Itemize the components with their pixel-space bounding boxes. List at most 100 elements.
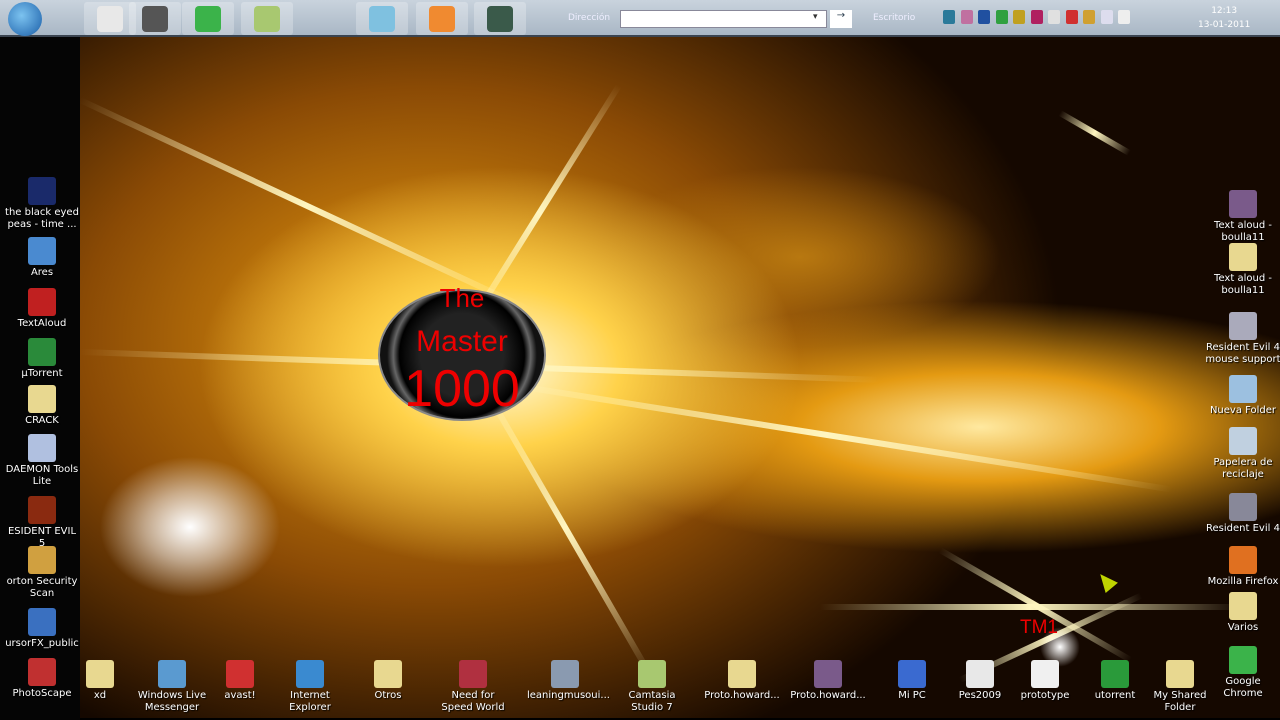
desktop-icon[interactable]: avast! [202,660,278,702]
shortcut-icon [898,660,926,688]
shortcut-icon [1229,592,1257,620]
logo-text: The [439,283,485,313]
shortcut-icon [1229,493,1257,521]
desktop-icon[interactable]: CRACK [4,385,80,427]
chevron-down-icon[interactable]: ▾ [813,12,818,22]
tray-icon[interactable] [1048,10,1060,24]
desktop-icon[interactable]: DAEMON Tools Lite [4,434,80,488]
desktop-icon-label: Windows Live Messenger [137,690,207,713]
desktop-icon-label: utorrent [1094,690,1136,701]
shortcut-icon [374,660,402,688]
tray-icon[interactable] [1100,10,1113,24]
desktop-icon-label: Ares [30,267,54,278]
desktop-icon[interactable]: Text aloud - boulla11 [1205,243,1280,297]
desktop-icon-label: TextAloud [17,318,67,329]
tray-icon[interactable] [1083,10,1095,24]
desktop-icon[interactable]: Windows Live Messenger [134,660,210,714]
desktop-icon-label: My Shared Folder [1153,690,1207,713]
shortcut-icon [296,660,324,688]
taskbar-app-chrome[interactable] [182,2,234,35]
tray-icon[interactable] [1065,10,1078,24]
desktop-icon-label: orton Security Scan [6,576,78,599]
desktop-icon[interactable]: Otros [350,660,426,702]
taskbar-app-recorder-app[interactable] [474,2,526,35]
desktop-icon[interactable]: Internet Explorer [272,660,348,714]
desktop-icon[interactable]: Ares [4,237,80,279]
recorder-app-icon [487,5,513,32]
taskbar-app-camtasia-app[interactable] [241,2,293,35]
logo-text: 1000 [404,360,520,418]
desktop-icon-label: the black eyed peas - time ... [5,207,79,230]
desktop-icon-label: xd [93,690,107,701]
desktop-icon[interactable]: Resident Evil 4 mouse support [1205,312,1280,366]
desktop-icon[interactable]: Need for Speed World [435,660,511,714]
tray-icon[interactable] [1013,10,1025,24]
desktop-icon[interactable]: Varios [1205,592,1280,634]
address-input[interactable] [620,10,827,28]
tray-icon[interactable] [1030,10,1043,24]
desktop-icon[interactable]: Mi PC [874,660,950,702]
logo-text: Master [416,325,508,358]
tray-icon[interactable] [978,10,990,24]
taskbar-app-notepad-app[interactable] [356,2,408,35]
chrome-icon [195,5,221,32]
clock[interactable]: 12:13 13-01-2011 [1198,4,1250,32]
desktop-icon[interactable]: ursorFX_public [4,608,80,650]
tray-icon[interactable] [995,10,1008,24]
desktop-icon[interactable]: Proto.howard... [704,660,780,702]
shortcut-icon [1229,646,1257,674]
shortcut-icon [459,660,487,688]
desktop-icon[interactable]: Nueva Folder [1205,375,1280,417]
tray-icon[interactable] [960,10,973,24]
shortcut-icon [1229,312,1257,340]
shortcut-icon [28,288,56,316]
desktop-icon[interactable]: µTorrent [4,338,80,380]
desktop-icon[interactable]: TextAloud [4,288,80,330]
photo-app-icon [142,5,168,32]
taskbar-app-photo-app[interactable] [129,2,181,35]
shortcut-icon [28,496,56,524]
desktop-icon[interactable]: My Shared Folder [1142,660,1218,714]
tray-icon[interactable] [943,10,955,24]
shortcut-icon [28,177,56,205]
shortcut-icon [551,660,579,688]
shortcut-icon [728,660,756,688]
address-label: Dirección [568,13,611,23]
go-button[interactable]: → [830,10,852,28]
desktop-icon[interactable]: Resident Evil 4 [1205,493,1280,535]
desktop-icon[interactable]: leaningmusoui... [527,660,610,702]
desktop-icon[interactable]: Mozilla Firefox [1205,546,1280,588]
taskbar-app-media-player[interactable] [416,2,468,35]
desktop-icon-label: Otros [374,690,402,701]
desktop-icon[interactable]: orton Security Scan [4,546,80,600]
desktop-icon[interactable]: ESIDENT EVIL 5 [4,496,80,550]
desktop-icon-label: µTorrent [21,368,63,379]
desktop-icon[interactable]: Camtasia Studio 7 [614,660,690,714]
tray-icon[interactable] [1118,10,1130,24]
desktop-wallpaper: The Master 1000 TM1 [80,37,1280,718]
desktop-icon[interactable]: xd [62,660,138,702]
desktop-icon-label: Pes2009 [958,690,1002,701]
desktop-icon[interactable]: prototype [1007,660,1083,702]
desktop-toolbar-label[interactable]: Escritorio [873,13,915,23]
shortcut-icon [638,660,666,688]
start-button[interactable] [8,2,42,36]
desktop-icon-label: Papelera de reciclaje [1213,457,1273,480]
shortcut-icon [1229,190,1257,218]
camtasia-app-icon [254,5,280,32]
desktop-icon-label: Google Chrome [1223,676,1263,699]
shortcut-icon [28,546,56,574]
desktop-icon[interactable]: Text aloud - boulla11 [1205,190,1280,244]
sparkle [1058,110,1131,156]
desktop-icon[interactable]: Proto.howard... [790,660,866,702]
light-ray [80,97,535,315]
desktop-icon-label: Internet Explorer [289,690,331,713]
shortcut-icon [966,660,994,688]
light-ray [479,377,1172,493]
pes-app-icon [97,5,123,32]
desktop-icon[interactable]: Papelera de reciclaje [1205,427,1280,481]
desktop-icon-label: Text aloud - boulla11 [1214,220,1272,243]
desktop-icon-label: Varios [1227,622,1259,633]
shortcut-icon [86,660,114,688]
desktop-icon[interactable]: the black eyed peas - time ... [4,177,80,231]
